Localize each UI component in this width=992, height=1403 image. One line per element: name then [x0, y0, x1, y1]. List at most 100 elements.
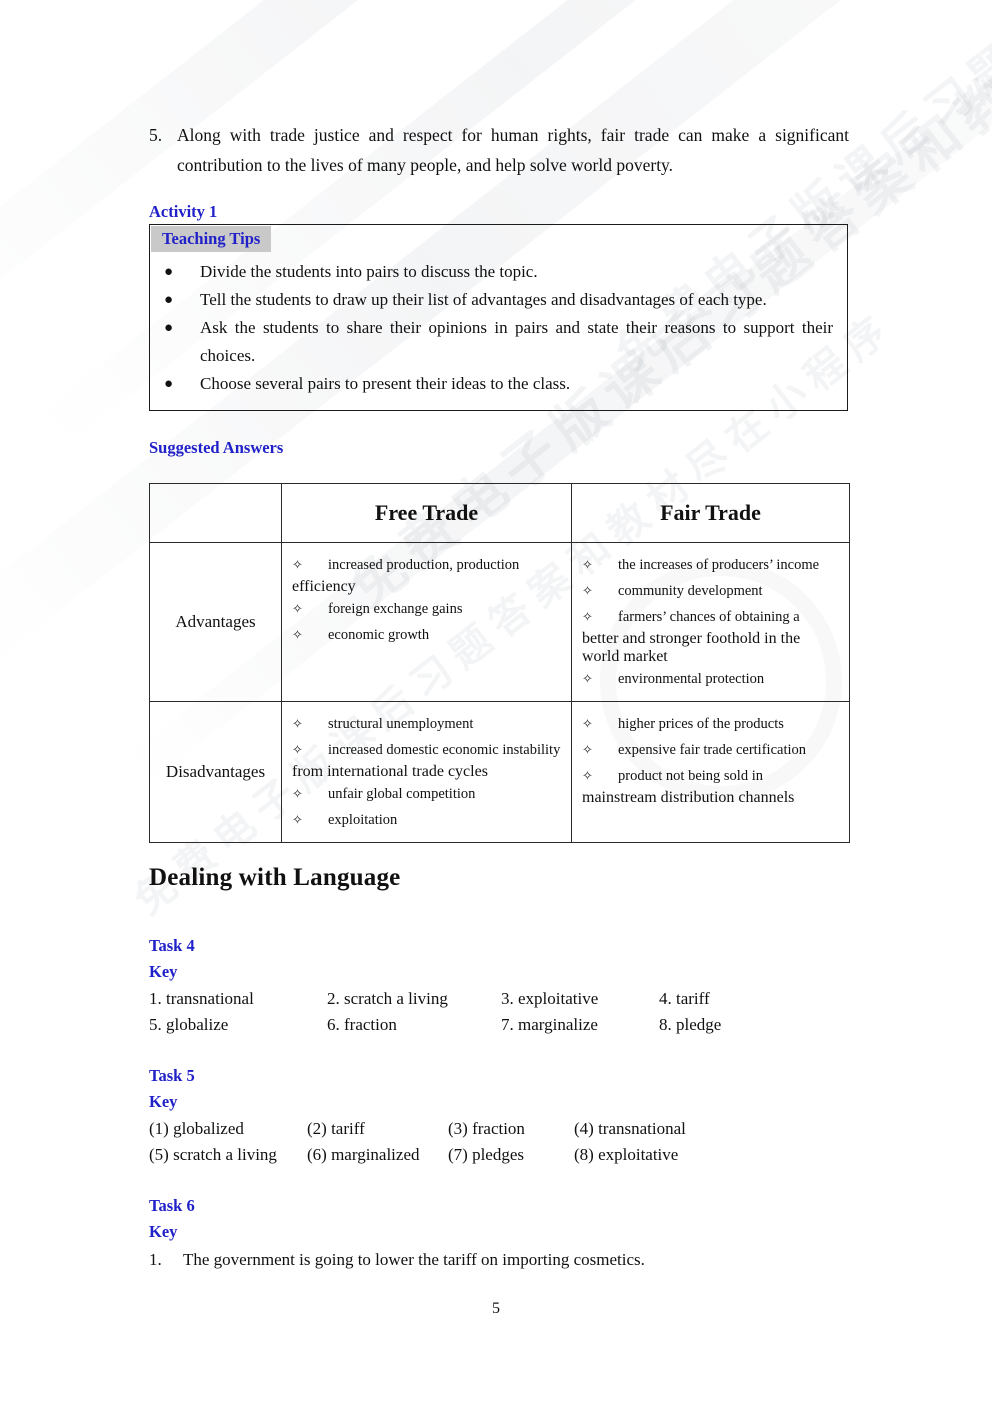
paragraph-line: Along with trade justice and respect for… [177, 125, 849, 145]
teaching-tips-box: Teaching Tips ● Divide the students into… [149, 224, 848, 411]
bullet-icon: ● [164, 264, 174, 280]
list-item: ✧ higher prices of the products [582, 711, 843, 737]
list-item-text: product not being sold in [618, 768, 763, 784]
teaching-tip-line: Ask the students to share their opinions… [200, 318, 833, 337]
answer-cell: (6) marginalized [307, 1145, 420, 1164]
row-label-advantages: Advantages [149, 542, 282, 702]
answer-cell: (7) pledges [448, 1145, 525, 1164]
list-item-continuation: better and stronger foothold in the [582, 630, 801, 647]
list-item: ✧ unfair global competition [292, 781, 565, 807]
task-heading-5: Task 5 [149, 1066, 195, 1085]
answer-cell: 6. fraction [327, 1015, 397, 1034]
bullet-icon: ● [164, 376, 174, 392]
diamond-bullet-icon: ✧ [582, 583, 593, 598]
cell-disadvantages-fair-trade: ✧ higher prices of the products ✧ expens… [571, 701, 850, 843]
diamond-bullet-icon: ✧ [582, 557, 593, 572]
list-item-text: environmental protection [618, 671, 765, 687]
list-item: ✧ foreign exchange gains [292, 596, 565, 622]
answer-row: 1. transnational 2. scratch a living 3. … [149, 986, 849, 1012]
cell-advantages-fair-trade: ✧ the increases of producers’ income ✧ c… [571, 542, 850, 702]
answer-cell: (2) tariff [307, 1119, 365, 1138]
task-key-label-6: Key [149, 1222, 178, 1241]
task-heading-4: Task 4 [149, 936, 195, 955]
table-corner-cell [149, 483, 282, 543]
page-number: 5 [492, 1300, 500, 1317]
list-item-text: expensive fair trade certification [618, 742, 806, 758]
list-item: ✧ economic growth [292, 622, 565, 648]
teaching-tip-item: ● Tell the students to draw up their lis… [164, 286, 833, 314]
answer-cell: (4) transnational [574, 1119, 686, 1138]
list-item: ✧ expensive fair trade certification [582, 737, 843, 763]
teaching-tip-item: ● Ask the students to share their opinio… [164, 314, 833, 370]
answer-row: 5. globalize 6. fraction 7. marginalize … [149, 1012, 849, 1038]
answer-cell: 8. pledge [659, 1015, 722, 1034]
answer-cell: 7. marginalize [501, 1015, 598, 1034]
answer-cell: 3. exploitative [501, 989, 599, 1008]
answer-cell: 4. tariff [659, 989, 710, 1008]
teaching-tip-text: Divide the students into pairs to discus… [200, 262, 538, 281]
answer-cell: 1. transnational [149, 989, 254, 1008]
list-item-text: exploitation [328, 812, 398, 828]
diamond-bullet-icon: ✧ [292, 812, 303, 827]
comparison-table: Free Trade Fair Trade Advantages ✧ incre… [149, 483, 850, 843]
list-item: ✧ structural unemployment [292, 711, 565, 737]
task-key-label-4: Key [149, 962, 178, 981]
diamond-bullet-icon: ✧ [292, 742, 303, 757]
diamond-bullet-icon: ✧ [582, 768, 593, 783]
list-item-text: foreign exchange gains [328, 601, 463, 617]
task-key-label-5: Key [149, 1092, 178, 1111]
diamond-bullet-icon: ✧ [582, 609, 593, 624]
list-item: ✧ increased domestic economic instabilit… [292, 737, 565, 763]
task5-answer-grid: (1) globalized (2) tariff (3) fraction (… [149, 1116, 849, 1168]
list-item-text: structural unemployment [328, 716, 474, 732]
task4-answer-grid: 1. transnational 2. scratch a living 3. … [149, 986, 849, 1038]
answer-row: (1) globalized (2) tariff (3) fraction (… [149, 1116, 849, 1142]
list-item: ✧ community development [582, 578, 843, 604]
list-item-text: higher prices of the products [618, 716, 784, 732]
bullet-icon: ● [164, 292, 174, 308]
table-header-row: Free Trade Fair Trade [149, 483, 850, 543]
list-item: 1. The government is going to lower the … [149, 1246, 849, 1274]
bullet-icon: ● [164, 320, 174, 336]
list-item-continuation: world market [582, 648, 668, 665]
suggested-answers-heading: Suggested Answers [149, 438, 284, 457]
answer-cell: 2. scratch a living [327, 989, 448, 1008]
list-item-text: economic growth [328, 627, 430, 643]
diamond-bullet-icon: ✧ [582, 671, 593, 686]
list-item-text: increased production, production [328, 557, 520, 573]
teaching-tip-line: choices. [200, 346, 256, 365]
teaching-tip-text: Tell the students to draw up their list … [200, 290, 767, 309]
answer-cell: 5. globalize [149, 1015, 229, 1034]
list-item-text: the increases of producers’ income [618, 557, 820, 573]
answer-cell: (3) fraction [448, 1119, 525, 1138]
list-item-continuation: mainstream distribution channels [582, 789, 795, 806]
list-item-text: increased domestic economic instability [328, 742, 561, 758]
item-text: The government is going to lower the tar… [183, 1250, 645, 1269]
item-number: 1. [149, 1250, 162, 1269]
diamond-bullet-icon: ✧ [582, 742, 593, 757]
table-row: Disadvantages ✧ structural unemployment … [149, 701, 850, 843]
row-label-disadvantages: Disadvantages [149, 701, 282, 843]
teaching-tip-item: ● Divide the students into pairs to disc… [164, 258, 833, 286]
list-item: ✧ environmental protection [582, 666, 843, 692]
answer-cell: (5) scratch a living [149, 1145, 277, 1164]
teaching-tips-badge: Teaching Tips [151, 226, 272, 252]
diamond-bullet-icon: ✧ [292, 627, 303, 642]
cell-advantages-free-trade: ✧ increased production, production effic… [281, 542, 572, 702]
list-item-text: community development [618, 583, 763, 599]
paragraph-line: contribution to the lives of many people… [177, 155, 674, 175]
paragraph-number: 5. [149, 125, 163, 145]
document-page: 5. Along with trade justice and respect … [0, 0, 992, 1403]
list-item: ✧ the increases of producers’ income [582, 552, 843, 578]
answer-cell: (1) globalized [149, 1119, 244, 1138]
numbered-paragraph-5: 5. Along with trade justice and respect … [149, 120, 849, 180]
teaching-tip-text: Ask the students to share their opinions… [200, 314, 833, 370]
diamond-bullet-icon: ✧ [292, 786, 303, 801]
list-item-continuation: efficiency [292, 578, 356, 595]
list-item: ✧ product not being sold in [582, 763, 843, 789]
answer-cell: (8) exploitative [574, 1145, 679, 1164]
list-item-text: unfair global competition [328, 786, 476, 802]
list-item: ✧ exploitation [292, 807, 565, 833]
activity-heading: Activity 1 [149, 202, 218, 221]
table-column-header-free-trade: Free Trade [281, 483, 572, 543]
